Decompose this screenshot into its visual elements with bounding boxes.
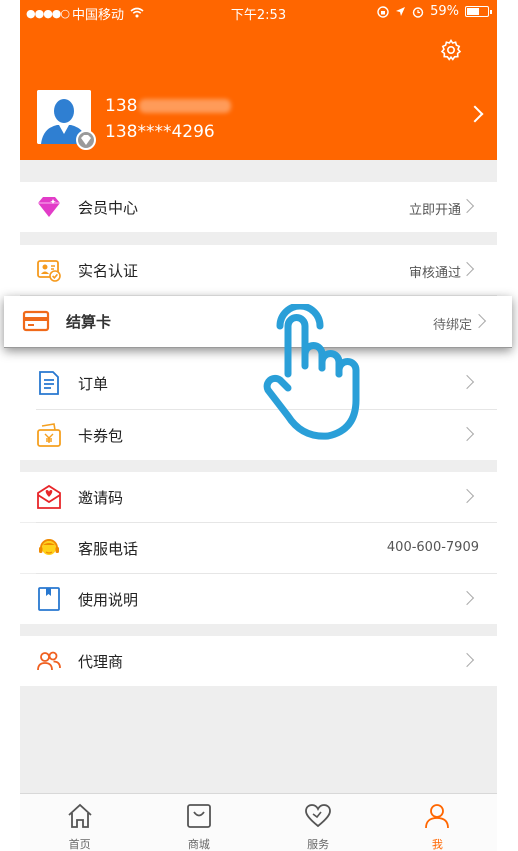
tap-hand-pointer-icon xyxy=(263,304,360,440)
users-group-icon xyxy=(37,651,61,671)
chevron-right-icon xyxy=(466,105,484,123)
service-phone: 400-600-7909 xyxy=(386,540,479,555)
tab-label: 首页 xyxy=(68,838,91,851)
location-icon xyxy=(396,7,406,16)
book-icon xyxy=(38,587,60,611)
chevron-right-icon xyxy=(459,426,475,442)
home-icon xyxy=(68,803,92,828)
menu-label: 客服电话 xyxy=(78,540,139,558)
coupon-wallet-icon xyxy=(37,423,61,447)
alarm-icon xyxy=(412,6,424,18)
diamond-icon xyxy=(38,197,60,217)
chevron-right-icon xyxy=(459,488,475,504)
user-icon xyxy=(425,804,450,829)
profile-header[interactable]: 138 138****4296 xyxy=(20,24,497,160)
id-card-icon xyxy=(37,260,61,282)
chevron-right-icon xyxy=(459,261,475,277)
phone-blurred: 138 xyxy=(105,96,232,116)
status-bar: ●●●●○ 中国移动 下午2:53 59% xyxy=(20,0,497,24)
tab-label: 我 xyxy=(431,838,443,851)
menu-label: 使用说明 xyxy=(78,591,139,609)
menu-label: 代理商 xyxy=(78,653,124,671)
heart-icon xyxy=(305,804,332,828)
menu-label: 订单 xyxy=(78,375,109,393)
bottom-tab-bar: 首页 商城 服务 我 xyxy=(20,793,497,851)
menu-item-realname[interactable]: 实名认证 审核通过 xyxy=(20,245,497,295)
status-right: 59% xyxy=(377,4,492,19)
menu-label: 卡券包 xyxy=(78,427,124,445)
menu-item-invite[interactable]: 邀请码 xyxy=(20,472,497,522)
menu-item-agent[interactable]: 代理商 xyxy=(20,636,497,686)
chevron-right-icon xyxy=(459,590,475,606)
tab-home[interactable]: 首页 xyxy=(20,794,139,851)
menu-value: 立即开通 xyxy=(408,203,461,218)
document-icon xyxy=(39,371,59,395)
menu-item-vip[interactable]: 会员中心 立即开通 xyxy=(20,182,497,232)
menu-label: 实名认证 xyxy=(78,262,139,280)
menu-item-manual[interactable]: 使用说明 xyxy=(20,574,497,624)
chevron-right-icon xyxy=(459,652,475,668)
tab-me[interactable]: 我 xyxy=(378,794,497,851)
bank-card-icon xyxy=(22,310,50,332)
menu-item-service[interactable]: 客服电话 400-600-7909 xyxy=(20,523,497,573)
settings-gear-icon[interactable] xyxy=(439,38,463,62)
tab-label: 服务 xyxy=(307,838,330,851)
shop-bag-icon xyxy=(186,804,211,828)
tab-shop[interactable]: 商城 xyxy=(139,794,258,851)
chevron-right-icon xyxy=(459,198,475,214)
tab-label: 商城 xyxy=(187,838,210,851)
phone-number: 138****4296 xyxy=(105,122,215,142)
battery-percent: 59% xyxy=(430,4,459,19)
menu-label: 邀请码 xyxy=(78,489,124,507)
tab-service[interactable]: 服务 xyxy=(259,794,378,851)
chevron-right-icon xyxy=(471,313,487,329)
envelope-heart-icon xyxy=(37,484,61,509)
chevron-right-icon xyxy=(459,374,475,390)
battery-icon xyxy=(465,6,492,17)
menu-value: 审核通过 xyxy=(408,266,461,281)
rotation-lock-icon xyxy=(377,5,389,18)
menu-value: 待绑定 xyxy=(432,318,472,333)
headset-agent-icon xyxy=(39,539,59,555)
menu-label: 结算卡 xyxy=(66,313,112,331)
vip-diamond-badge-icon xyxy=(76,130,96,150)
menu-label: 会员中心 xyxy=(78,199,139,217)
